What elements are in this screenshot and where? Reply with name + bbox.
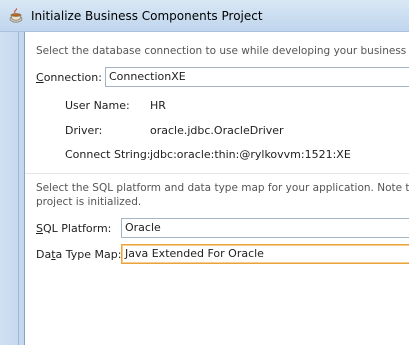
sql-platform-dropdown[interactable]: Oracle xyxy=(121,218,409,238)
connection-dropdown[interactable]: ConnectionXE xyxy=(105,67,409,87)
driver-value: oracle.jdbc.OracleDriver xyxy=(150,124,284,137)
frame-divider xyxy=(18,32,19,345)
coffee-cup-icon xyxy=(8,8,24,24)
user-name-label: User Name: xyxy=(65,99,130,112)
data-type-map-label-pre: Da xyxy=(36,248,52,261)
data-type-map-label-rest: a Type Map: xyxy=(55,248,122,261)
data-type-map-value: Java Extended For Oracle xyxy=(125,247,264,260)
sql-platform-label-rest: QL Platform: xyxy=(42,222,112,235)
platform-description-line1: Select the SQL platform and data type ma… xyxy=(36,182,409,194)
connection-value: ConnectionXE xyxy=(109,70,186,83)
connection-label-mnemonic: C xyxy=(36,71,44,84)
driver-label: Driver: xyxy=(65,124,103,137)
connect-string-label: Connect String: xyxy=(65,148,151,161)
sql-platform-label: SQL Platform: xyxy=(36,222,111,235)
data-type-map-label: Data Type Map: xyxy=(36,248,121,261)
window-left-frame xyxy=(0,32,25,345)
sql-platform-value: Oracle xyxy=(125,221,161,234)
data-type-map-dropdown[interactable]: Java Extended For Oracle xyxy=(121,244,409,264)
window-titlebar[interactable]: Initialize Business Components Project xyxy=(0,0,409,32)
connection-description: Select the database connection to use wh… xyxy=(36,45,409,57)
connection-label: Connection: xyxy=(36,71,102,84)
window-title: Initialize Business Components Project xyxy=(31,9,263,23)
platform-description-line2: project is initialized. xyxy=(36,196,142,208)
dialog-content: Select the database connection to use wh… xyxy=(25,33,409,345)
connect-string-value: jdbc:oracle:thin:@rylkovvm:1521:XE xyxy=(150,148,351,161)
user-name-value: HR xyxy=(150,99,166,112)
section-separator xyxy=(25,173,409,174)
sql-platform-label-mnemonic: S xyxy=(36,222,43,235)
connection-label-rest: onnection: xyxy=(43,71,102,84)
